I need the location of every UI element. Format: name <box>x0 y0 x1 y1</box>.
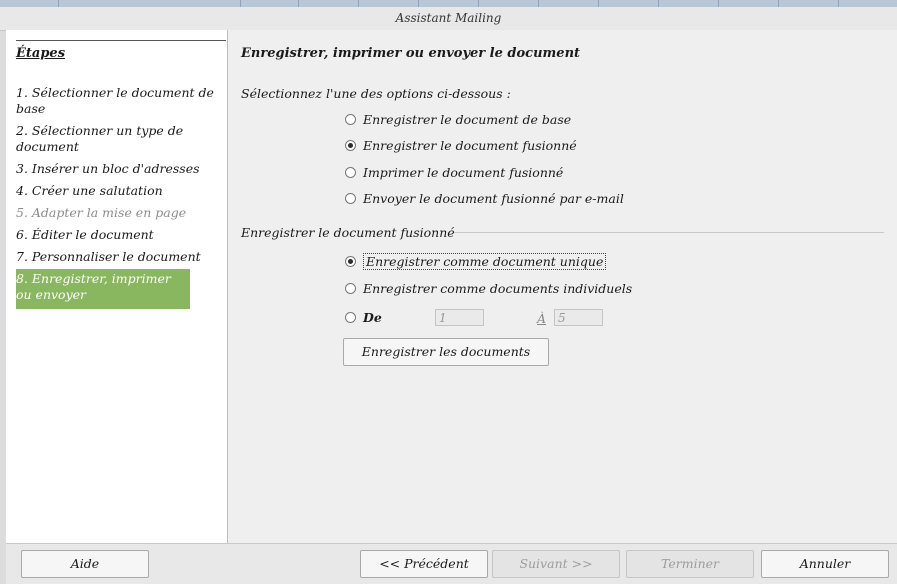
radio-button[interactable] <box>345 114 356 125</box>
radio-button[interactable] <box>345 167 356 178</box>
strip-cell <box>240 0 299 7</box>
option-email-merged-document[interactable]: Envoyer le document fusionné par e-mail <box>345 191 624 206</box>
window-titlebar[interactable]: Assistant Mailing <box>0 7 897 31</box>
sidebar-divider <box>16 40 226 41</box>
strip-cell <box>538 0 599 7</box>
option-save-individual-documents[interactable]: Enregistrer comme documents individuels <box>345 281 632 296</box>
option-save-merged-document[interactable]: Enregistrer le document fusionné <box>345 138 577 153</box>
step-select-document-type[interactable]: 2. Sélectionner un type de document <box>16 123 221 155</box>
strip-cell <box>298 0 359 7</box>
strip-cell <box>778 0 839 7</box>
option-label: Envoyer le document fusionné par e-mail <box>363 191 624 206</box>
page-title: Enregistrer, imprimer ou envoyer le docu… <box>241 46 581 61</box>
step-adjust-layout: 5. Adapter la mise en page <box>16 205 187 220</box>
radio-button-checked[interactable] <box>345 140 356 151</box>
strip-cell <box>598 0 659 7</box>
option-print-merged-document[interactable]: Imprimer le document fusionné <box>345 165 563 180</box>
background-window-strip <box>0 0 897 7</box>
step-insert-address-block[interactable]: 3. Insérer un bloc d'adresses <box>16 161 221 177</box>
radio-button[interactable] <box>345 193 356 204</box>
option-label: Enregistrer comme documents individuels <box>363 281 633 296</box>
option-label: Enregistrer le document fusionné <box>363 138 577 153</box>
step-save-print-send[interactable]: 8. Enregistrer, imprimer ou envoyer <box>16 269 190 309</box>
strip-cell <box>418 0 479 7</box>
option-label: Imprimer le document fusionné <box>363 165 564 180</box>
next-button: Suivant >> <box>492 550 620 578</box>
radio-button[interactable] <box>345 312 356 323</box>
section-separator <box>454 232 884 233</box>
steps-heading: Étapes <box>16 46 66 61</box>
finish-button: Terminer <box>626 550 754 578</box>
instruction-text: Sélectionnez l'une des options ci-dessou… <box>241 86 511 101</box>
strip-cell <box>120 0 241 7</box>
option-label: Enregistrer comme document unique <box>363 253 607 270</box>
steps-sidebar: Étapes 1. Sélectionner le document de ba… <box>6 30 228 543</box>
strip-cell <box>478 0 539 7</box>
option-save-single-document[interactable]: Enregistrer comme document unique <box>345 253 607 270</box>
section-heading: Enregistrer le document fusionné <box>241 225 455 240</box>
step-edit-document[interactable]: 6. Éditer le document <box>16 227 221 243</box>
radio-button[interactable] <box>345 283 356 294</box>
radio-button-checked[interactable] <box>345 256 356 267</box>
strip-cell <box>0 0 59 7</box>
range-from-label: De <box>363 310 382 325</box>
previous-button[interactable]: << Précédent <box>360 550 488 578</box>
window-title: Assistant Mailing <box>395 11 502 25</box>
help-button[interactable]: Aide <box>21 550 149 578</box>
cancel-button[interactable]: Annuler <box>761 550 889 578</box>
strip-cell <box>358 0 419 7</box>
dialog-footer: Aide << Précédent Suivant >> Terminer An… <box>6 543 897 584</box>
steps-list: 1. Sélectionner le document de base 2. S… <box>16 85 221 315</box>
step-create-salutation[interactable]: 4. Créer une salutation <box>16 183 221 199</box>
strip-cell <box>718 0 779 7</box>
option-range[interactable]: De <box>345 310 382 325</box>
step-personalize-document[interactable]: 7. Personnaliser le document <box>16 249 221 265</box>
range-from-field[interactable]: 1 <box>435 309 484 326</box>
mailing-wizard-dialog: Étapes 1. Sélectionner le document de ba… <box>6 30 897 584</box>
step-content-panel: Enregistrer, imprimer ou envoyer le docu… <box>228 30 897 543</box>
strip-cell <box>658 0 719 7</box>
step-select-base-document[interactable]: 1. Sélectionner le document de base <box>16 85 221 117</box>
option-label: Enregistrer le document de base <box>363 112 572 127</box>
range-to-label: À <box>537 311 547 326</box>
range-to-field[interactable]: 5 <box>554 309 603 326</box>
option-save-base-document[interactable]: Enregistrer le document de base <box>345 112 571 127</box>
save-documents-button[interactable]: Enregistrer les documents <box>343 338 549 366</box>
